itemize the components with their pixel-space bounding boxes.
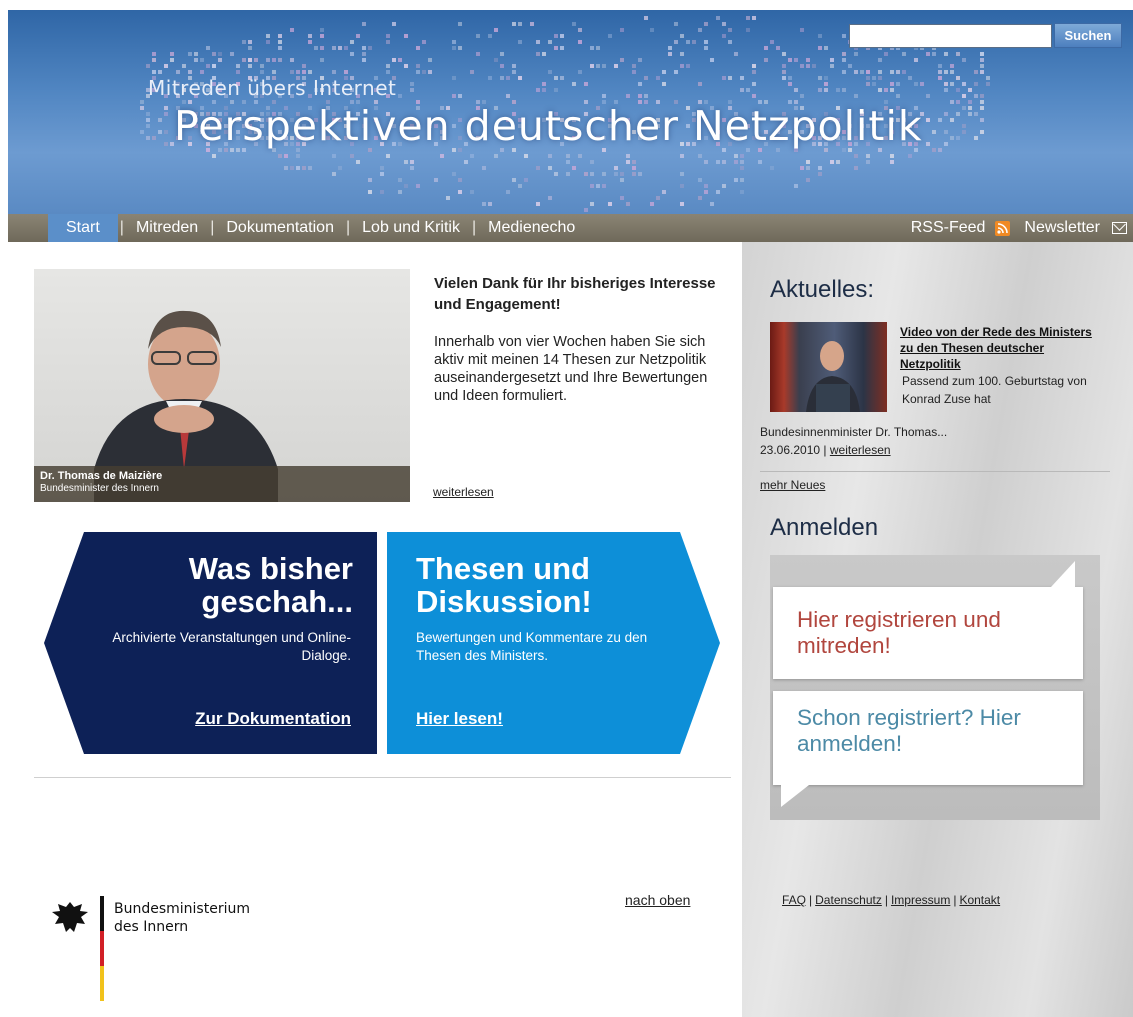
news-title-link[interactable]: Video von der Rede des Ministers zu den … [900, 324, 1105, 372]
faq-link[interactable]: FAQ [782, 893, 806, 907]
nav-separator: | [471, 219, 477, 236]
german-flag-stripe [100, 896, 104, 1001]
speaker-photo-illustration [806, 341, 860, 412]
intro-read-more-link[interactable]: weiterlesen [433, 485, 494, 499]
more-news-link[interactable]: mehr Neues [760, 478, 825, 492]
news-read-more-link[interactable]: weiterlesen [830, 443, 891, 457]
contact-link[interactable]: Kontakt [959, 893, 1000, 907]
documentation-teaser-title: Was bisher geschah... [188, 551, 353, 619]
documentation-link[interactable]: Zur Dokumentation [195, 709, 351, 729]
header-subtitle: Mitreden übers Internet [148, 76, 397, 100]
sidebar: Aktuelles: Video von der Rede des Minist… [742, 242, 1133, 1017]
envelope-icon[interactable] [1112, 222, 1127, 234]
search-input[interactable] [849, 24, 1052, 48]
theses-teaser-title: Thesen und Diskussion! [416, 551, 592, 619]
photo-caption: Dr. Thomas de Maizière Bundesminister de… [34, 466, 410, 502]
news-date: 23.06.2010 [760, 443, 821, 457]
news-meta-separator: | [820, 443, 830, 457]
register-button[interactable]: Hier registrieren und mitreden! [773, 561, 1083, 679]
imprint-link[interactable]: Impressum [891, 893, 950, 907]
login-button[interactable]: Schon registriert? Hier anmelden! [773, 691, 1083, 807]
back-to-top-link[interactable]: nach oben [625, 892, 690, 908]
theses-read-link[interactable]: Hier lesen! [416, 709, 503, 729]
register-label: Hier registrieren und mitreden! [797, 607, 1001, 658]
intro-body: Innerhalb von vier Wochen haben Sie sich… [434, 334, 708, 404]
main-navigation: Start | Mitreden | Dokumentation | Lob u… [8, 214, 1133, 242]
caption-role: Bundesminister des Innern [40, 483, 159, 494]
intro-headline: Vielen Dank für Ihr bisheriges Interesse… [434, 275, 716, 313]
news-teaser: Passend zum 100. Geburtstag von Konrad Z… [902, 374, 1087, 406]
nav-item-dokumentation[interactable]: Dokumentation [216, 214, 344, 242]
footer-links: FAQ | Datenschutz | Impressum | Kontakt [782, 893, 1000, 907]
ministry-name-line1: Bundesministerium [114, 901, 250, 917]
news-thumbnail[interactable] [770, 322, 887, 412]
ministry-name: Bundesministerium des Innern [114, 900, 250, 936]
rss-feed-link[interactable]: RSS-Feed [907, 214, 990, 242]
login-panel: Hier registrieren und mitreden! Schon re… [770, 555, 1100, 820]
ministry-name-line2: des Innern [114, 919, 189, 935]
news-heading: Aktuelles: [770, 276, 875, 303]
nav-item-lob-und-kritik[interactable]: Lob und Kritik [352, 214, 470, 242]
nav-separator: | [119, 219, 124, 236]
news-teaser-continued: Bundesinnenminister Dr. Thomas... [760, 425, 948, 439]
newsletter-link[interactable]: Newsletter [1022, 214, 1102, 242]
header-title: Perspektiven deutscher Netzpolitik [174, 102, 923, 150]
nav-item-start[interactable]: Start [48, 214, 118, 242]
caption-name: Dr. Thomas de Maizière [40, 470, 163, 482]
login-label: Schon registriert? Hier anmelden! [797, 705, 1021, 756]
nav-item-medienecho[interactable]: Medienecho [478, 214, 585, 242]
news-divider [760, 471, 1110, 472]
documentation-teaser-subtitle: Archivierte Veranstaltungen und Online-D… [112, 630, 351, 663]
news-meta: 23.06.2010 | weiterlesen [760, 443, 891, 457]
content-divider [34, 777, 731, 778]
search-button[interactable]: Suchen [1054, 23, 1122, 48]
header-banner: Mitreden übers Internet Perspektiven deu… [8, 10, 1133, 214]
footer-separator: | [884, 893, 888, 907]
minister-photo: Dr. Thomas de Maizière Bundesminister de… [34, 269, 410, 502]
login-heading: Anmelden [770, 514, 879, 541]
nav-item-mitreden[interactable]: Mitreden [126, 214, 208, 242]
nav-separator: | [345, 219, 351, 236]
federal-eagle-icon [52, 902, 88, 932]
footer-separator: | [953, 893, 957, 907]
ministry-logo: Bundesministerium des Innern [50, 896, 310, 1001]
theses-teaser-subtitle: Bewertungen und Kommentare zu den Thesen… [416, 630, 648, 663]
nav-separator: | [210, 219, 215, 236]
documentation-teaser[interactable]: Was bisher geschah... Archivierte Verans… [44, 532, 377, 754]
footer-separator: | [809, 893, 813, 907]
privacy-link[interactable]: Datenschutz [815, 893, 882, 907]
theses-teaser[interactable]: Thesen und Diskussion! Bewertungen und K… [387, 532, 720, 754]
rss-icon[interactable] [995, 220, 1011, 236]
